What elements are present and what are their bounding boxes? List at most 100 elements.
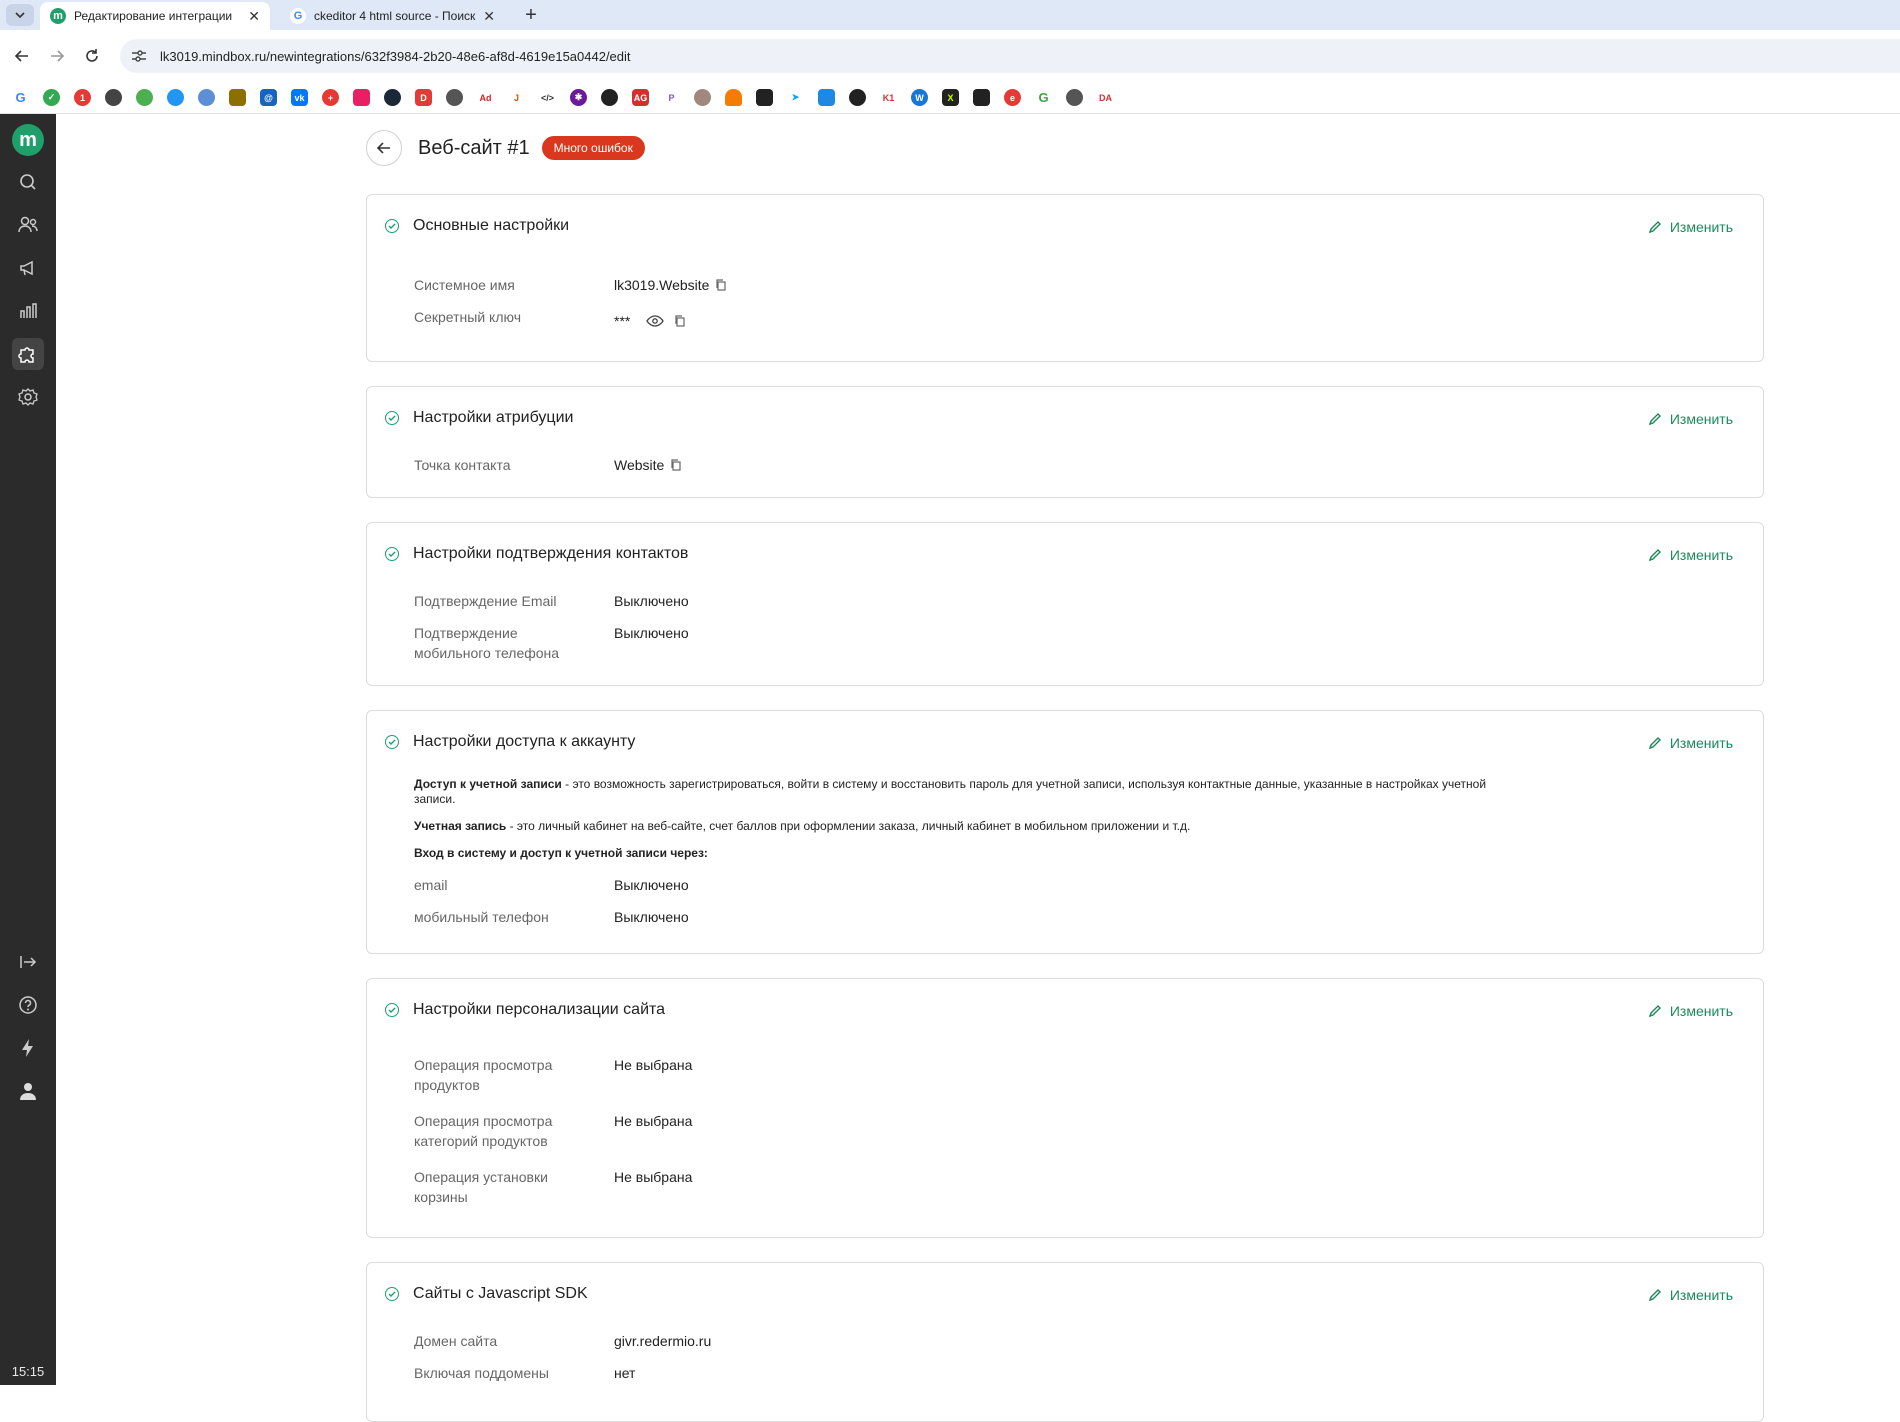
bookmark-icon[interactable]: @ (260, 89, 277, 106)
google-bookmark-icon[interactable]: G (12, 89, 29, 106)
edit-button[interactable]: Изменить (1648, 411, 1733, 427)
setting-label: Подтверждение Email (414, 593, 557, 609)
bookmark-icon[interactable]: Ad (477, 89, 494, 106)
setting-label: Точка контакта (414, 457, 511, 473)
tab-title: Редактирование интеграции (74, 9, 233, 23)
bookmark-icon[interactable]: X (942, 89, 959, 106)
bookmark-icon[interactable]: ✓ (43, 89, 60, 106)
reload-button[interactable] (80, 44, 104, 68)
back-nav-button[interactable] (10, 44, 34, 68)
help-icon[interactable] (12, 989, 44, 1021)
setting-row: Включая поддомены нет (414, 1363, 635, 1383)
bookmark-icon[interactable]: e (1004, 89, 1021, 106)
cloudflare-bookmark-icon[interactable] (725, 89, 742, 106)
bookmark-icon[interactable]: K1 (880, 89, 897, 106)
edit-button[interactable]: Изменить (1648, 1287, 1733, 1303)
bookmark-icon[interactable] (1066, 89, 1083, 106)
bookmark-icon[interactable]: ✱ (570, 89, 587, 106)
customers-icon[interactable] (12, 209, 44, 241)
pencil-icon (1648, 549, 1661, 562)
edit-label: Изменить (1669, 735, 1733, 751)
bookmark-icon[interactable]: </> (539, 89, 556, 106)
copy-icon[interactable] (674, 315, 686, 327)
pencil-icon (1648, 221, 1661, 234)
edit-button[interactable]: Изменить (1648, 547, 1733, 563)
bookmark-icon[interactable]: + (322, 89, 339, 106)
bookmark-icon[interactable]: 1 (74, 89, 91, 106)
megaphone-icon[interactable] (12, 252, 44, 284)
setting-value: Выключено (614, 625, 689, 641)
setting-value: Не выбрана (614, 1057, 693, 1073)
bookmark-icon[interactable]: DA (1097, 89, 1114, 106)
vk-bookmark-icon[interactable]: vk (291, 89, 308, 106)
card-title: Настройки доступа к аккаунту (413, 733, 636, 750)
check-circle-icon (385, 219, 399, 233)
url-text: lk3019.mindbox.ru/newintegrations/632f39… (160, 48, 631, 64)
basic-settings-card: Основные настройки Изменить Системное им… (366, 194, 1764, 362)
bookmark-icon[interactable] (167, 89, 184, 106)
secret-key-value: *** (614, 313, 631, 329)
forward-nav-button[interactable] (45, 44, 69, 68)
steam-bookmark-icon[interactable] (384, 89, 401, 106)
setting-label: Операция просмотра категорий продуктов (414, 1113, 553, 1149)
telegram-bookmark-icon[interactable]: ➤ (787, 89, 804, 106)
close-icon[interactable]: ✕ (483, 8, 495, 25)
card-title: Основные настройки (413, 217, 570, 234)
bookmark-icon[interactable]: AG (632, 89, 649, 106)
bookmark-icon[interactable] (105, 89, 122, 106)
setting-label: Операция просмотра продуктов (414, 1057, 553, 1093)
eye-icon[interactable] (646, 315, 665, 327)
tab-title: ckeditor 4 html source - Поиск (314, 9, 476, 23)
new-tab-button[interactable]: + (520, 4, 542, 26)
bookmark-icon[interactable]: W (911, 89, 928, 106)
bookmark-icon[interactable] (353, 89, 370, 106)
card-title: Сайты с Javascript SDK (413, 1285, 588, 1302)
mindbox-logo[interactable]: m (12, 124, 44, 156)
arrow-left-icon (376, 142, 390, 154)
edit-button[interactable]: Изменить (1648, 219, 1733, 235)
bookmark-icon[interactable] (198, 89, 215, 106)
tab-edit-integration[interactable]: m Редактирование интеграции ✕ (40, 2, 270, 30)
search-icon[interactable] (12, 166, 44, 198)
copy-icon[interactable] (670, 459, 682, 471)
address-bar[interactable]: lk3019.mindbox.ru/newintegrations/632f39… (120, 39, 1900, 73)
setting-label: Домен сайта (414, 1333, 498, 1349)
bookmark-icon[interactable] (446, 89, 463, 106)
bookmark-icon[interactable] (756, 89, 773, 106)
analytics-icon[interactable] (12, 295, 44, 327)
tab-search-button[interactable] (6, 4, 34, 26)
setting-row: Операция просмотра категорий продуктов Н… (414, 1111, 692, 1151)
setting-label: Системное имя (414, 277, 515, 293)
bookmark-icon[interactable] (136, 89, 153, 106)
setting-row: email Выключено (414, 875, 689, 895)
bookmark-icon[interactable] (849, 89, 866, 106)
setting-row: Точка контакта Website (414, 455, 682, 475)
account-description: Учетная запись - это личный кабинет на в… (414, 819, 1191, 833)
copy-icon[interactable] (715, 279, 727, 291)
bookmark-icon[interactable]: G (1035, 89, 1052, 106)
close-icon[interactable]: ✕ (248, 8, 260, 25)
back-button[interactable] (366, 130, 402, 166)
reload-icon (86, 49, 98, 62)
bookmark-icon[interactable]: P (663, 89, 680, 106)
setting-row: Подтверждение мобильного телефона Выключ… (414, 623, 689, 663)
personalization-card: Настройки персонализации сайта Изменить … (366, 978, 1764, 1238)
bookmark-icon[interactable] (818, 89, 835, 106)
integrations-puzzle-icon[interactable] (12, 338, 44, 370)
edit-label: Изменить (1669, 547, 1733, 563)
expand-sidebar-icon[interactable] (12, 946, 44, 978)
bookmark-icon[interactable]: D (415, 89, 432, 106)
edit-button[interactable]: Изменить (1648, 1003, 1733, 1019)
bookmark-icon[interactable] (694, 89, 711, 106)
tab-search[interactable]: G ckeditor 4 html source - Поиск ✕ (280, 2, 505, 30)
site-info-icon[interactable] (130, 49, 148, 63)
edit-button[interactable]: Изменить (1648, 735, 1733, 751)
bookmark-icon[interactable]: J (508, 89, 525, 106)
user-profile-icon[interactable] (12, 1075, 44, 1107)
gear-icon[interactable] (12, 381, 44, 413)
clock: 15:15 (11, 1364, 45, 1379)
bookmark-icon[interactable] (601, 89, 618, 106)
bookmark-icon[interactable] (973, 89, 990, 106)
lightning-icon[interactable] (12, 1032, 44, 1064)
bookmark-icon[interactable] (229, 89, 246, 106)
